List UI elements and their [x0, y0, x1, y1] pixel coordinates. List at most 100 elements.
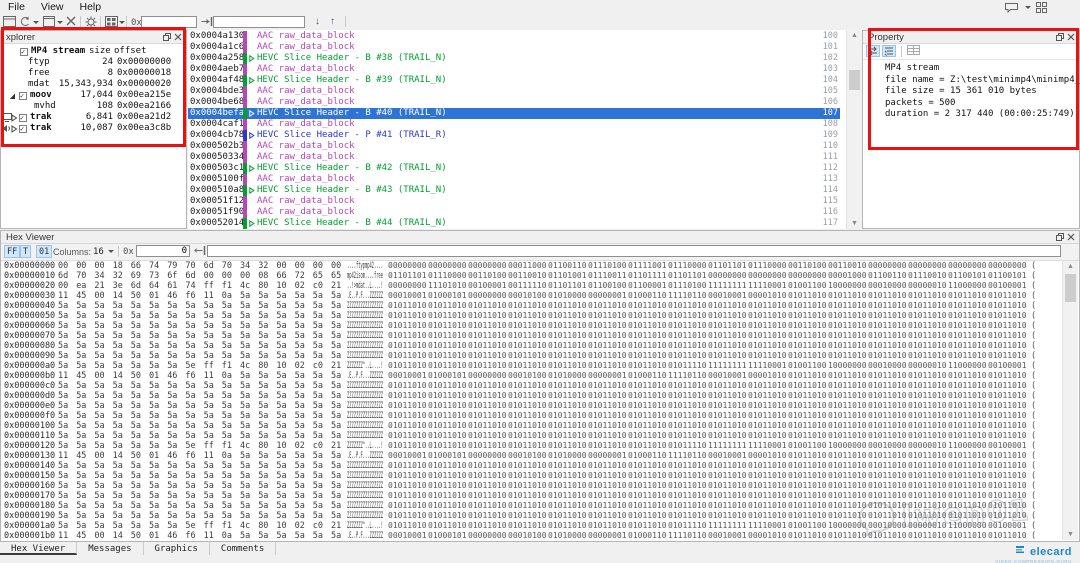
hex-row[interactable]: 0x000000b011450014500146f6110a5a5a5a5a5a… — [2, 371, 1063, 381]
hex-dump[interactable]: 0x0000000000000018667479706d703432000000… — [2, 261, 1063, 540]
tree-row-trak[interactable]: trak10,0870x00ea3c8b — [1, 123, 186, 134]
syntax-row[interactable]: 0x0004bde3AAC raw_data_block — [188, 86, 816, 97]
new-window-icon[interactable] — [43, 16, 57, 28]
menu-item-file[interactable]: File — [0, 0, 33, 13]
hex-scrollbar[interactable]: ▲ ▼ — [1062, 261, 1078, 540]
hex-viewer-title-bar[interactable]: Hex Viewer — [1, 231, 1079, 244]
hex-row[interactable]: 0x000001705a5a5a5a5a5a5a5a5a5a5a5a5a5a5a… — [2, 491, 1063, 501]
hex-toggle-01[interactable]: 01 — [36, 245, 52, 258]
hex-row[interactable]: 0x000000705a5a5a5a5a5a5a5a5a5a5a5a5a5a5a… — [2, 331, 1063, 341]
syntax-row[interactable]: 0x00050334AAC raw_data_block — [188, 152, 816, 163]
tree-row-free[interactable]: free80x00000018 — [1, 68, 186, 79]
table-view-icon[interactable] — [907, 45, 921, 57]
hex-row[interactable]: 0x000000405a5a5a5a5a5a5a5a5a5a5a5a5a5a5a… — [2, 301, 1063, 311]
syntax-row[interactable]: 0x0005100fAAC raw_data_block — [188, 174, 816, 185]
hex-row[interactable]: 0x000001005a5a5a5a5a5a5a5a5a5a5a5a5a5a5a… — [2, 421, 1063, 431]
hex-row[interactable]: 0x000000605a5a5a5a5a5a5a5a5a5a5a5a5a5a5a… — [2, 321, 1063, 331]
hex-row[interactable]: 0x000000905a5a5a5a5a5a5a5a5a5a5a5a5a5a5a… — [2, 351, 1063, 361]
hex-row[interactable]: 0x000001505a5a5a5a5a5a5a5a5a5a5a5a5a5a5a… — [2, 471, 1063, 481]
scroll-down-icon[interactable]: ▼ — [1066, 530, 1075, 539]
hex-row[interactable]: 0x000001905a5a5a5a5a5a5a5a5a5a5a5a5a5a5a… — [2, 511, 1063, 521]
close-panel-icon[interactable] — [1067, 33, 1076, 42]
hex-row[interactable]: 0x000001605a5a5a5a5a5a5a5a5a5a5a5a5a5a5a… — [2, 481, 1063, 491]
checkbox[interactable] — [19, 114, 27, 122]
hex-row[interactable]: 0x0000003011450014500146f6110a5a5a5a5a5a… — [2, 291, 1063, 301]
syntax-scrollbar[interactable]: ▲ ▼ — [846, 30, 863, 229]
menu-item-help[interactable]: Help — [72, 0, 110, 13]
syntax-row[interactable]: 0x0004a130AAC raw_data_block — [188, 31, 816, 42]
find-prev-icon[interactable]: ↑ — [330, 16, 335, 27]
tree-row-moov[interactable]: moov17,0440x00ea215e — [1, 90, 186, 101]
checkbox[interactable] — [19, 125, 27, 133]
tree-row-ftyp[interactable]: ftyp240x00000000 — [1, 57, 186, 68]
tree-row-trak[interactable]: trak6,8410x00ea21d2 — [1, 112, 186, 123]
tab-messages[interactable]: Messages — [77, 542, 143, 555]
property-panel-title-bar[interactable]: Property — [863, 31, 1079, 44]
tab-hex-viewer[interactable]: Hex Viewer — [0, 542, 77, 555]
tree-row-mvhd[interactable]: mvhd1080x00ea2166 — [1, 101, 186, 112]
tab-graphics[interactable]: Graphics — [144, 542, 210, 555]
syntax-row[interactable]: 0x0004caf1AAC raw_data_block — [188, 119, 816, 130]
hex-row[interactable]: 0x000000f05a5a5a5a5a5a5a5a5a5a5a5a5a5a5a… — [2, 411, 1063, 421]
hex-row[interactable]: 0x0000002000ea213e6d646174fff14c801002c0… — [2, 281, 1063, 291]
layout-grid-icon[interactable] — [1036, 2, 1048, 13]
checkbox[interactable] — [19, 92, 27, 100]
syntax-row[interactable]: 0x000502b3AAC raw_data_block — [188, 141, 816, 152]
syntax-row[interactable]: 0x0004af48HEVC Slice Header - B #39 (TRA… — [188, 75, 816, 86]
reload-icon[interactable] — [19, 16, 33, 28]
syntax-row[interactable]: 0x00052014HEVC Slice Header - B #44 (TRA… — [188, 218, 816, 229]
expander-collapsed-icon[interactable] — [11, 125, 18, 137]
hex-row[interactable]: 0x000000d05a5a5a5a5a5a5a5a5a5a5a5a5a5a5a… — [2, 391, 1063, 401]
filter-film-icon[interactable] — [105, 16, 119, 28]
close-panel-icon[interactable] — [174, 33, 183, 42]
hex-toggle-ff[interactable]: FF — [4, 245, 20, 258]
search-input[interactable] — [213, 16, 305, 28]
columns-select[interactable]: 16 — [93, 247, 104, 257]
scroll-down-icon[interactable]: ▼ — [850, 219, 859, 228]
hex-row[interactable]: 0x000001805a5a5a5a5a5a5a5a5a5a5a5a5a5a5a… — [2, 501, 1063, 511]
hex-row[interactable]: 0x000000c05a5a5a5a5a5a5a5a5a5a5a5a5a5a5a… — [2, 381, 1063, 391]
syntax-row[interactable]: 0x0004a258HEVC Slice Header - B #38 (TRA… — [188, 53, 816, 64]
dock-window-icon[interactable] — [3, 16, 17, 28]
syntax-row[interactable]: 0x0004cb78HEVC Slice Header - P #41 (TRA… — [188, 130, 816, 141]
comment-dropdown-caret[interactable] — [1025, 6, 1031, 9]
hex-row[interactable]: 0x0000013011450014500146f6110a5a5a5a5a5a… — [2, 451, 1063, 461]
hex-row[interactable]: 0x000001105a5a5a5a5a5a5a5a5a5a5a5a5a5a5a… — [2, 431, 1063, 441]
syntax-row[interactable]: 0x00051f90AAC raw_data_block — [188, 207, 816, 218]
syntax-row[interactable]: 0x00051f12AAC raw_data_block — [188, 196, 816, 207]
follow-selection-icon[interactable] — [866, 45, 880, 57]
find-next-icon[interactable]: ↓ — [315, 16, 320, 27]
goto-address-input[interactable] — [141, 16, 197, 28]
columns-dropdown-caret[interactable] — [108, 250, 114, 253]
hex-row[interactable]: 0x000001405a5a5a5a5a5a5a5a5a5a5a5a5a5a5a… — [2, 461, 1063, 471]
filter-dropdown-caret[interactable] — [119, 21, 125, 24]
comment-bubble-icon[interactable] — [1004, 2, 1022, 13]
hex-row[interactable]: 0x0000000000000018667479706d703432000000… — [2, 261, 1063, 271]
syntax-row[interactable]: 0x0004a1c6AAC raw_data_block — [188, 42, 816, 53]
hex-row[interactable]: 0x000001205a5a5a5a5a5a5a5efff14c801002c0… — [2, 441, 1063, 451]
checkbox[interactable] — [20, 48, 28, 56]
tree-row-mdat[interactable]: mdat15,343,9340x00000020 — [1, 79, 186, 90]
syntax-row[interactable]: 0x000510a8HEVC Slice Header - B #43 (TRA… — [188, 185, 816, 196]
window-dropdown-caret[interactable] — [57, 21, 63, 24]
hex-address-input[interactable] — [136, 245, 190, 257]
menu-item-view[interactable]: View — [33, 0, 72, 13]
hex-search-input[interactable] — [207, 245, 1061, 257]
hex-row[interactable]: 0x000000505a5a5a5a5a5a5a5a5a5a5a5a5a5a5a… — [2, 311, 1063, 321]
settings-gear-icon[interactable] — [85, 16, 99, 28]
tree-root-row[interactable]: MP4 streamsizeoffset — [1, 46, 186, 57]
scroll-up-icon[interactable]: ▲ — [850, 31, 859, 40]
close-icon[interactable] — [66, 16, 80, 28]
tree-mode-icon[interactable] — [882, 45, 896, 57]
hex-row[interactable]: 0x000001a05a5a5a5a5a5a5a5efff14c801002c0… — [2, 521, 1063, 531]
tab-comments[interactable]: Comments — [210, 542, 276, 555]
scrollbar-thumb[interactable] — [1065, 274, 1076, 302]
reload-dropdown-caret[interactable] — [33, 21, 39, 24]
hex-row[interactable]: 0x000001b011450014500146f6110a5a5a5a5a5a… — [2, 531, 1063, 540]
expander-collapsed-icon[interactable] — [249, 220, 255, 229]
hex-row[interactable]: 0x000000106d70343269736f6d00000008667265… — [2, 271, 1063, 281]
float-panel-icon[interactable] — [1056, 233, 1065, 242]
hex-row[interactable]: 0x000000805a5a5a5a5a5a5a5a5a5a5a5a5a5a5a… — [2, 341, 1063, 351]
hex-toggle-t[interactable]: T — [20, 245, 31, 258]
explorer-panel-title-bar[interactable]: xplorer — [1, 31, 186, 44]
